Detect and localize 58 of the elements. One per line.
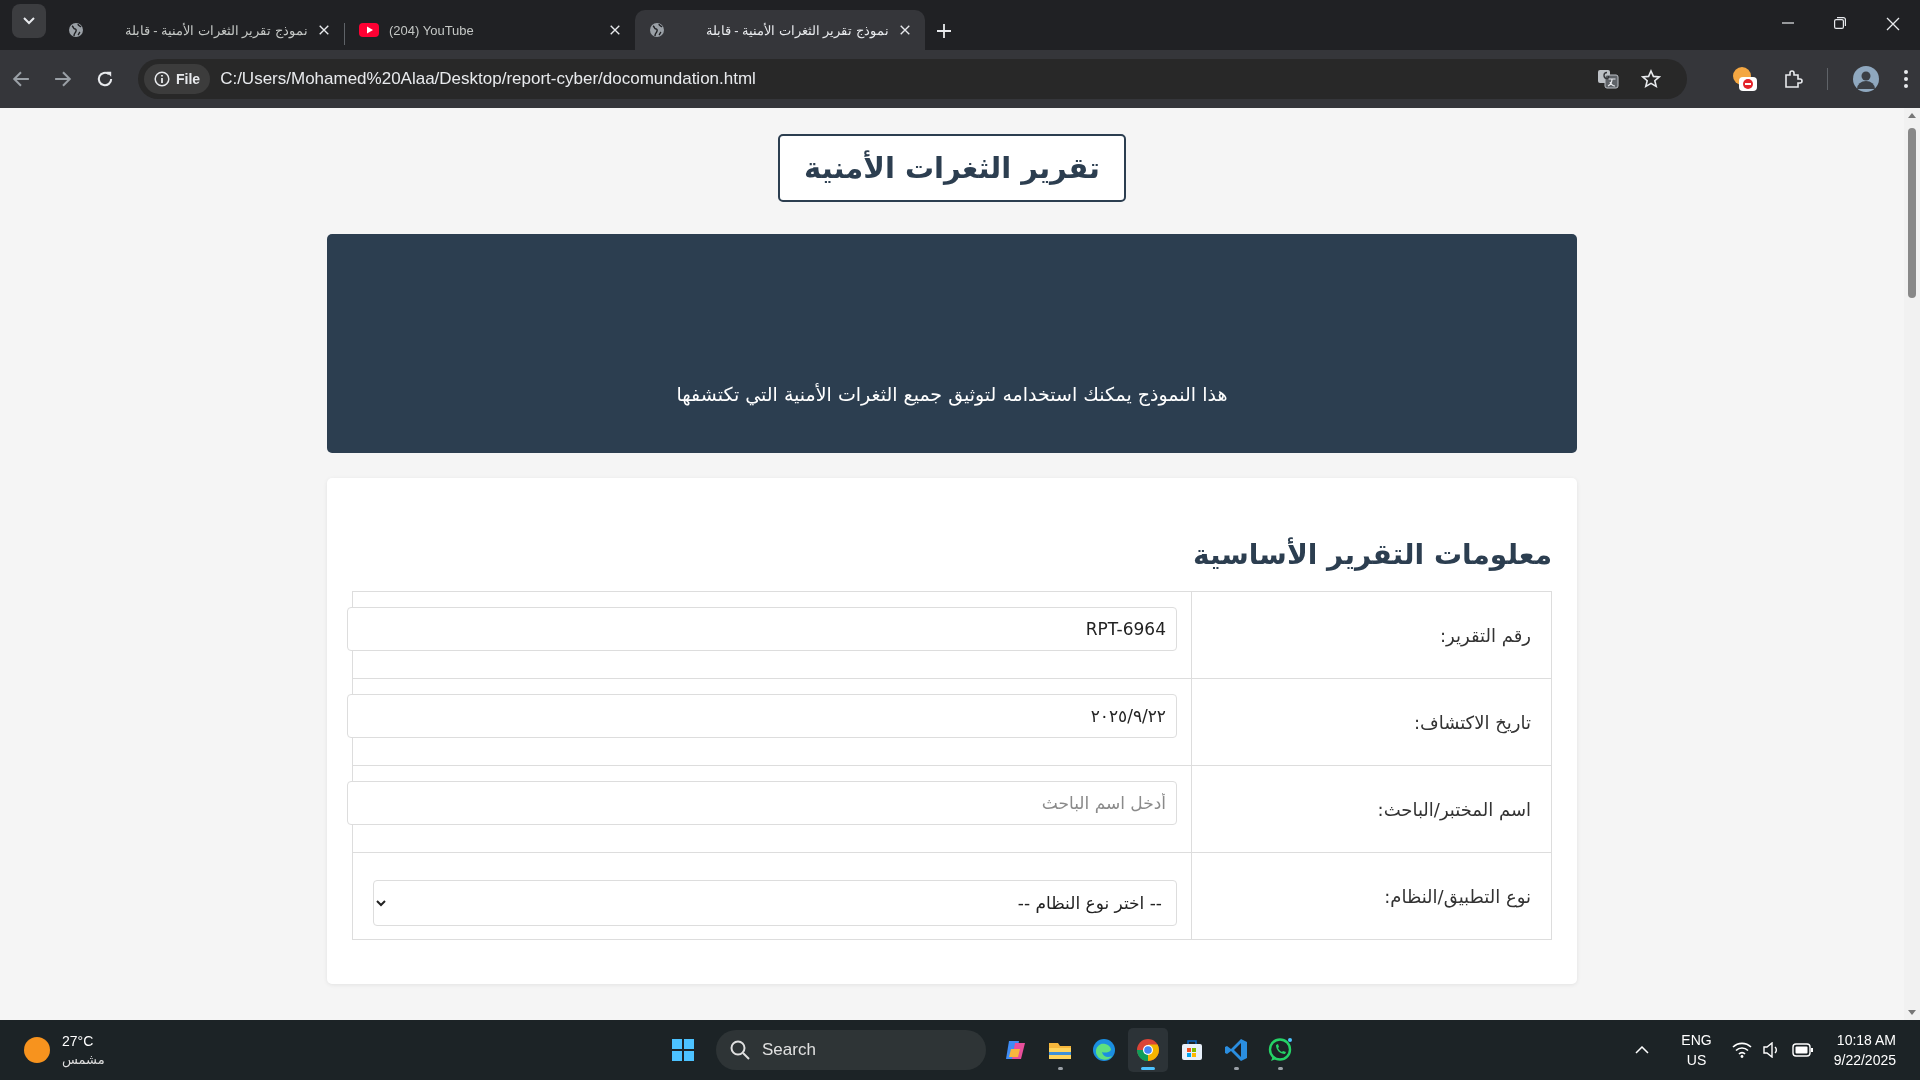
chat-app-icon: [1267, 1037, 1293, 1063]
scrollbar[interactable]: [1904, 108, 1920, 1020]
address-bar[interactable]: File C:/Users/Mohamed%20Alaa/Desktop/report-cyber/docomundation.html: [138, 59, 1687, 99]
browser-tab[interactable]: (204) YouTube: [345, 10, 635, 50]
section-heading: معلومات التقرير الأساسية: [1191, 538, 1552, 571]
close-icon[interactable]: [1886, 17, 1900, 31]
store-bag-icon: [1179, 1037, 1205, 1063]
more-menu-icon[interactable]: [1904, 70, 1908, 88]
sun-icon[interactable]: [24, 1037, 50, 1063]
tab-list-button[interactable]: [12, 4, 46, 38]
search-icon: [730, 1040, 750, 1060]
plus-icon[interactable]: [937, 24, 951, 38]
puzzle-icon[interactable]: [1783, 69, 1803, 89]
chevron-up-icon[interactable]: [1635, 1046, 1650, 1054]
video-play-icon: [359, 21, 379, 39]
globe-icon: [68, 22, 84, 38]
restore-icon[interactable]: [1834, 17, 1846, 29]
taskbar-search[interactable]: Search: [716, 1030, 986, 1070]
dropdown-field[interactable]: -- اختر نوع النظام --: [373, 880, 1177, 926]
wifi-icon[interactable]: [1731, 1042, 1752, 1058]
edge-browser-icon: [1091, 1037, 1117, 1063]
field-label: اسم المختبر/الباحث:: [1191, 765, 1552, 853]
banner-text: هذا النموذج يمكنك استخدامه لتوثيق جميع الثغرات الأمنية التي تكتشفها: [676, 383, 1228, 405]
avatar-icon[interactable]: [1852, 65, 1880, 93]
clock[interactable]: 10:18 AM 9/22/2025: [1833, 1032, 1896, 1068]
close-icon[interactable]: [899, 24, 911, 36]
text-field[interactable]: ٢٠٢٥/٩/٢٢: [347, 694, 1177, 738]
site-info-button[interactable]: File: [144, 64, 211, 94]
reload-icon[interactable]: [96, 70, 114, 88]
field-label: نوع التطبيق/النظام:: [1191, 852, 1552, 940]
browser-tab[interactable]: نموذج تقرير الثغرات الأمنية - قابلة: [635, 10, 925, 50]
star-icon[interactable]: [1641, 69, 1661, 89]
language-indicator[interactable]: ENG US: [1681, 1032, 1712, 1068]
info-icon: [154, 71, 170, 87]
page-title: تقرير الثغرات الأمنية: [778, 134, 1126, 202]
battery-icon[interactable]: [1791, 1043, 1814, 1057]
chevron-down-icon: [23, 17, 35, 25]
close-icon[interactable]: [318, 24, 330, 36]
blocker-extension-icon[interactable]: [1731, 65, 1759, 93]
translate-icon[interactable]: [1597, 69, 1619, 89]
tab-title: نموذج تقرير الثغرات الأمنية - قابلة: [704, 22, 889, 38]
back-arrow-icon[interactable]: [12, 70, 30, 88]
temperature-text: 27°C: [62, 1033, 95, 1049]
tab-title: نموذج تقرير الثغرات الأمنية - قابلة: [123, 22, 308, 38]
start-windows-icon[interactable]: [672, 1039, 694, 1061]
globe-icon: [649, 22, 665, 38]
browser-tab[interactable]: نموذج تقرير الثغرات الأمنية - قابلة: [54, 10, 344, 50]
code-editor-icon: [1223, 1037, 1249, 1063]
field-label: رقم التقرير:: [1191, 591, 1552, 679]
field-label: تاريخ الاكتشاف:: [1191, 678, 1552, 766]
close-icon[interactable]: [609, 24, 621, 36]
chrome-browser-icon: [1135, 1037, 1161, 1063]
text-field[interactable]: RPT-6964: [347, 607, 1177, 651]
url-text: C:/Users/Mohamed%20Alaa/Desktop/report-cyber/docomundation.html: [220, 69, 757, 89]
weather-condition: مشمس: [62, 1052, 105, 1067]
taskbar-app[interactable]: [1128, 1028, 1168, 1072]
tab-title: (204) YouTube: [389, 22, 475, 38]
forward-arrow-icon[interactable]: [54, 70, 72, 88]
